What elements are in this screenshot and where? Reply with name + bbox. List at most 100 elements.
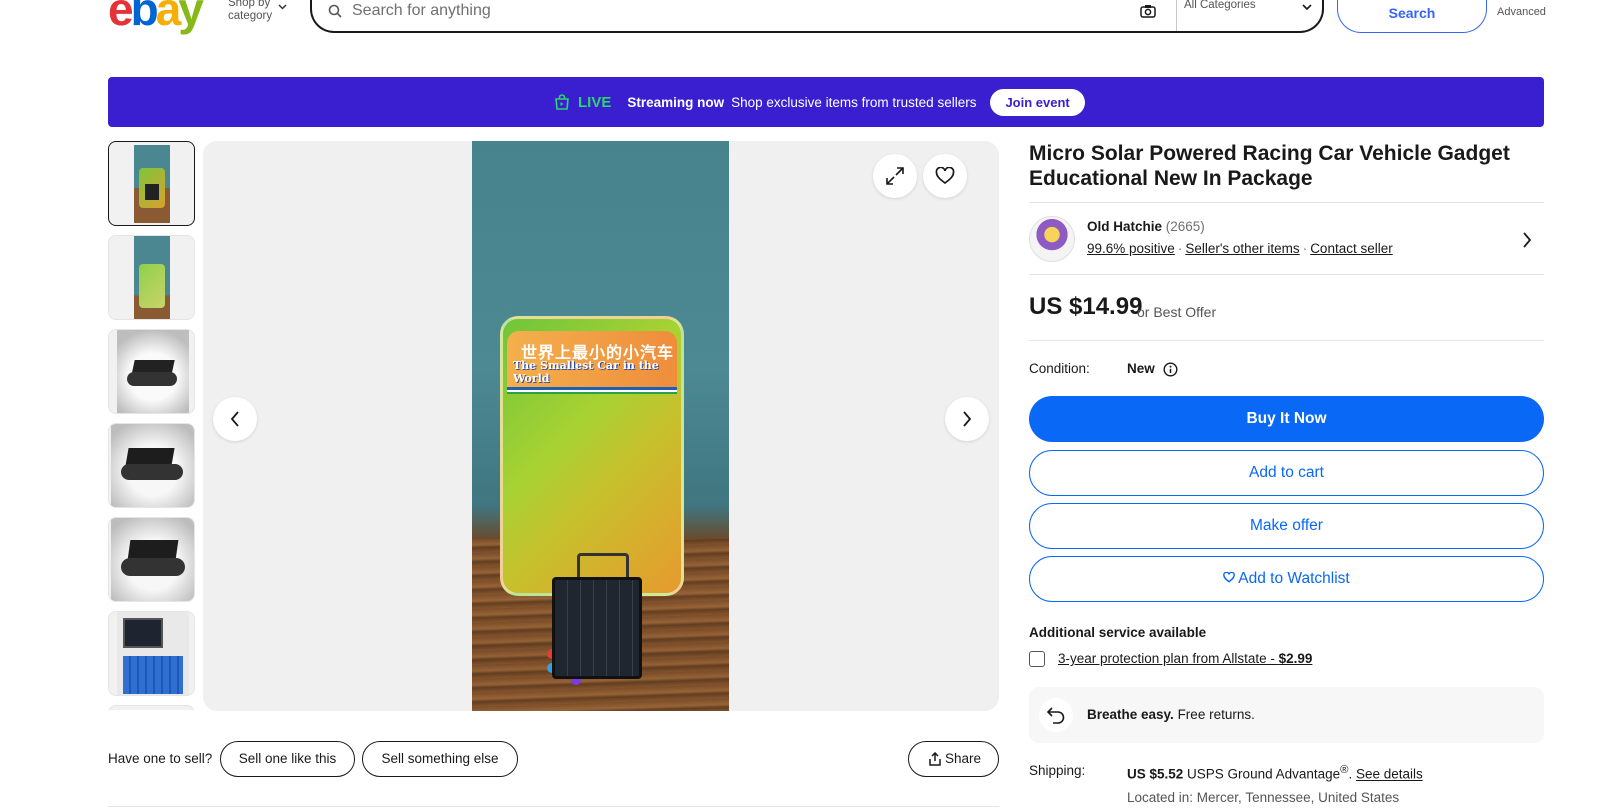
divider: [108, 806, 999, 807]
divider: [1029, 340, 1544, 341]
seller-feedback-count: (2665): [1165, 219, 1205, 234]
best-offer-label: or Best Offer: [1137, 304, 1217, 320]
logo-letter-b: b: [130, 0, 159, 35]
next-image-button[interactable]: [945, 397, 989, 441]
category-label: category: [228, 10, 273, 22]
seller-name[interactable]: Old Hatchie: [1087, 219, 1162, 234]
thumbnail-strip: [108, 141, 196, 710]
shipping-value: US $5.52 USPS Ground Advantage®. See det…: [1127, 764, 1423, 782]
package-text-en: The Smallest Car in the World: [513, 359, 659, 385]
thumbnail-package: [139, 264, 165, 308]
logo-letter-y: y: [178, 0, 204, 35]
shipping-label: Shipping:: [1029, 763, 1086, 778]
condition-value: New: [1127, 361, 1155, 376]
sell-prompt: Have one to sell?: [108, 751, 213, 766]
expand-icon: [886, 167, 904, 185]
divider: [1029, 274, 1544, 275]
condition-label: Condition:: [1029, 361, 1090, 376]
live-message: Shop exclusive items from trusted seller…: [731, 94, 977, 110]
heart-icon: [935, 167, 955, 185]
search-bar: All Categories: [310, 0, 1324, 33]
chevron-left-icon: [230, 411, 239, 427]
search-input[interactable]: [352, 2, 1112, 20]
returns-icon-wrap: [1039, 698, 1073, 732]
see-details-link[interactable]: See details: [1356, 767, 1423, 782]
share-label: Share: [945, 751, 982, 766]
shopping-bag-icon: [555, 94, 569, 110]
shop-by-label: Shop by: [228, 0, 271, 9]
returns-info: Breathe easy. Free returns.: [1029, 687, 1544, 743]
seller-other-items-link[interactable]: Seller's other items: [1185, 241, 1299, 256]
sell-one-like-this-button[interactable]: Sell one like this: [220, 741, 355, 777]
thumbnail-5[interactable]: [108, 517, 195, 602]
camera-icon[interactable]: [1140, 4, 1156, 18]
thumbnail-6[interactable]: [108, 611, 195, 696]
previous-image-button[interactable]: [213, 397, 257, 441]
divider: [1029, 202, 1544, 203]
heart-icon: [1223, 571, 1236, 583]
chevron-right-icon[interactable]: [1522, 232, 1532, 248]
returns-text: Breathe easy. Free returns.: [1087, 707, 1255, 722]
thumbnail-7[interactable]: [108, 705, 195, 710]
watch-heart-button[interactable]: [923, 154, 967, 198]
advanced-search-link[interactable]: Advanced: [1497, 6, 1546, 18]
buy-it-now-button[interactable]: Buy It Now: [1029, 396, 1544, 442]
seller-positive-link[interactable]: 99.6% positive: [1087, 241, 1175, 256]
thumbnail-car: [127, 540, 179, 560]
info-icon[interactable]: [1163, 362, 1178, 377]
share-icon: [929, 752, 941, 766]
listing-title: Micro Solar Powered Racing Car Vehicle G…: [1029, 142, 1510, 190]
shipping-price: US $5.52: [1127, 766, 1184, 782]
main-product-image[interactable]: 世界上最小的小汽车 The Smallest Car in the World: [203, 141, 999, 711]
thumbnail-1[interactable]: [108, 141, 195, 226]
shipping-period: .: [1348, 766, 1356, 782]
thumbnail-car: [145, 184, 159, 200]
price: US $14.99: [1029, 293, 1143, 320]
live-tag: LIVE: [578, 93, 612, 111]
thumbnail-wheels: [121, 464, 183, 480]
thumbnail-2[interactable]: [108, 235, 195, 320]
search-button[interactable]: Search: [1337, 0, 1487, 33]
protection-plan-price: $2.99: [1278, 651, 1313, 666]
contact-seller-link[interactable]: Contact seller: [1310, 241, 1393, 256]
seller-links: 99.6% positive · Seller's other items · Cont…: [1087, 241, 1393, 256]
additional-service-heading: Additional service available: [1029, 625, 1207, 640]
package-stripe: [507, 387, 677, 394]
solar-panel: [552, 577, 642, 679]
returns-detail: Free returns.: [1173, 707, 1255, 722]
streaming-now-label: Streaming now: [627, 94, 725, 110]
add-to-cart-button[interactable]: Add to cart: [1029, 450, 1544, 496]
thumbnail-wheels: [121, 558, 185, 576]
thumbnail-solar-panel: [123, 656, 183, 694]
car-frame: [577, 553, 629, 579]
sell-something-else-button[interactable]: Sell something else: [362, 741, 518, 777]
thumbnail-wheels: [127, 372, 177, 386]
thumbnail-4[interactable]: [108, 423, 195, 508]
live-banner[interactable]: LIVE Streaming now Shop exclusive items …: [108, 77, 1544, 127]
chevron-down-icon: [1302, 4, 1312, 11]
return-arrow-icon: [1046, 707, 1065, 724]
logo-letter-a: a: [155, 0, 182, 35]
logo-letter-e: e: [108, 0, 134, 35]
protection-plan-checkbox[interactable]: [1029, 651, 1045, 667]
thumbnail-car: [123, 618, 163, 648]
seller-avatar[interactable]: [1029, 216, 1075, 262]
protection-plan-label: 3-year protection plan from Allstate -: [1058, 651, 1279, 666]
join-event-button[interactable]: Join event: [990, 88, 1085, 116]
shipping-service: USPS Ground Advantage: [1183, 766, 1341, 782]
ebay-logo[interactable]: ebay: [108, 0, 204, 35]
thumbnail-3[interactable]: [108, 329, 195, 414]
chevron-down-icon: [278, 4, 287, 10]
seller-info: Old Hatchie (2665): [1087, 219, 1205, 234]
chevron-right-icon: [963, 411, 972, 427]
expand-image-button[interactable]: [873, 154, 917, 198]
make-offer-button[interactable]: Make offer: [1029, 503, 1544, 549]
returns-bold: Breathe easy.: [1087, 707, 1174, 722]
shop-by-category-button[interactable]: Shop by category: [228, 0, 287, 23]
share-button[interactable]: Share: [908, 741, 999, 777]
add-to-watchlist-label: Add to Watchlist: [1238, 570, 1350, 587]
protection-plan-link[interactable]: 3-year protection plan from Allstate - $…: [1058, 651, 1312, 666]
add-to-watchlist-button[interactable]: Add to Watchlist: [1029, 556, 1544, 602]
category-select[interactable]: All Categories: [1184, 0, 1314, 11]
product-photo: 世界上最小的小汽车 The Smallest Car in the World: [472, 141, 729, 711]
